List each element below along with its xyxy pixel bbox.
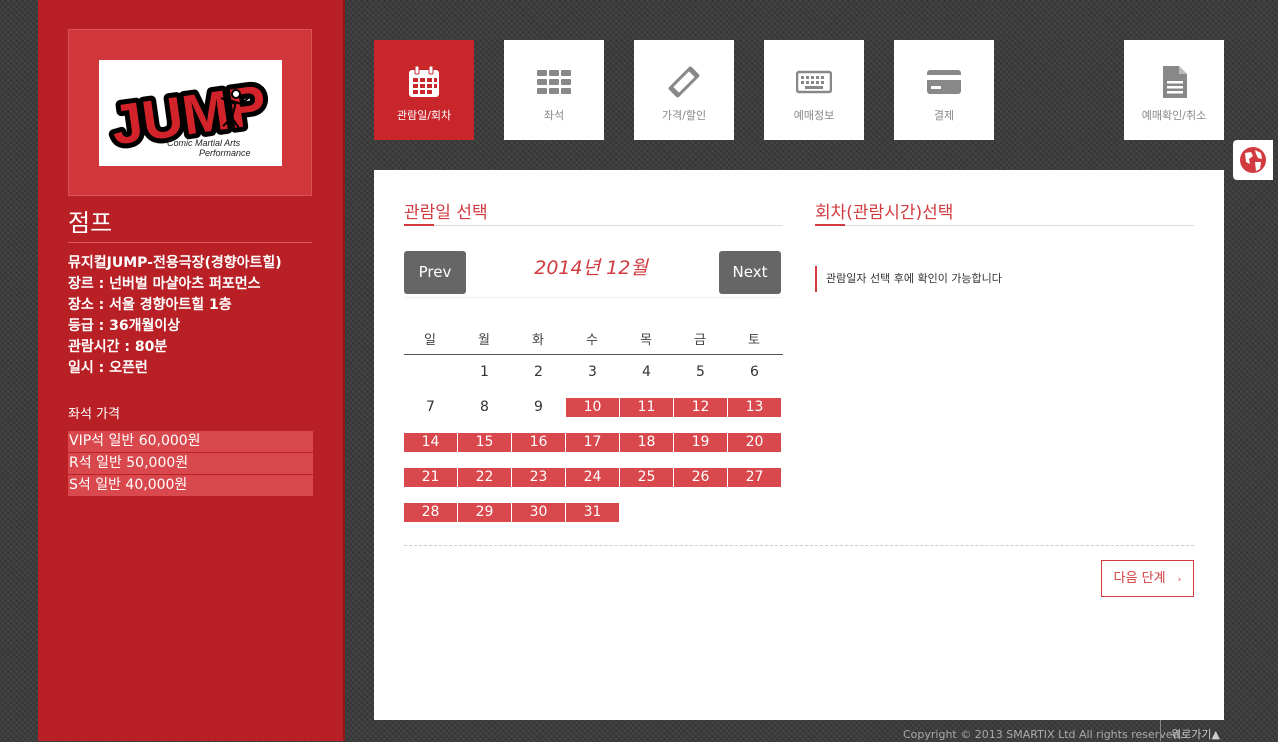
calendar-day-available[interactable]: 15 [458, 433, 511, 452]
scroll-top-label: 위로가기 [1171, 728, 1212, 741]
calendar-day-available[interactable]: 21 [404, 468, 457, 487]
weekday-header: 금 [694, 333, 706, 348]
tab-payment-label: 결제 [933, 109, 955, 122]
scroll-top-link[interactable]: 위로가기▲ [1171, 726, 1220, 742]
weekday-underline [404, 354, 783, 355]
calendar-day-available[interactable]: 12 [674, 398, 727, 417]
calendar-icon [409, 65, 439, 97]
keyboard-icon [796, 70, 832, 94]
next-step-button[interactable]: 다음 단계 › [1101, 560, 1194, 597]
tab-payment[interactable]: 결제 [894, 40, 994, 140]
weekday-header: 수 [586, 333, 598, 348]
calendar-divider [404, 297, 783, 298]
date-section-accent [404, 224, 434, 226]
info-venue: 뮤지컬JUMP-전용극장(경향아트힐) [68, 255, 282, 271]
event-sidebar: JUMP JUMP Comic Martial Arts Performance… [38, 0, 343, 741]
tab-seat[interactable]: 좌석 [504, 40, 604, 140]
document-icon [1163, 66, 1187, 98]
event-info: 뮤지컬JUMP-전용극장(경향아트힐) 장르 : 넌버벌 마샬아츠 퍼포먼스 장… [68, 253, 282, 379]
price-s: S석 일반 40,000원 [68, 475, 313, 496]
prev-month-button[interactable]: Prev [404, 251, 466, 294]
calendar-day: 1 [480, 364, 489, 380]
weekday-header: 화 [532, 333, 544, 348]
dashed-divider [404, 545, 1194, 546]
calendar-day-available[interactable]: 13 [728, 398, 781, 417]
tab-date-label: 관람일/회차 [396, 109, 452, 122]
tab-price[interactable]: 가격/할인 [634, 40, 734, 140]
next-month-button[interactable]: Next [719, 251, 781, 294]
calendar-day-available[interactable]: 30 [512, 503, 565, 522]
calendar-day-available[interactable]: 14 [404, 433, 457, 452]
calendar-day-available[interactable]: 26 [674, 468, 727, 487]
next-step-label: 다음 단계 [1113, 571, 1166, 586]
calendar-day-available[interactable]: 11 [620, 398, 673, 417]
calendar-day: 9 [534, 399, 543, 415]
date-section-underline [404, 225, 783, 226]
tab-seat-label: 좌석 [543, 109, 565, 122]
globe-icon [1240, 147, 1266, 173]
jump-logo: JUMP JUMP Comic Martial Arts Performance [99, 60, 282, 166]
credit-card-icon [927, 70, 961, 94]
logo-subtitle-2: Performance [199, 148, 251, 158]
arrow-up-icon: ▲ [1211, 728, 1220, 741]
price-r: R석 일반 50,000원 [68, 453, 313, 474]
weekday-header: 일 [424, 333, 436, 348]
logo-subtitle-1: Comic Martial Arts [167, 138, 241, 148]
date-section-title: 관람일 선택 [404, 203, 488, 223]
tab-booking-info-label: 예매정보 [793, 109, 835, 122]
info-place: 장소 : 서울 경향아트힐 1층 [68, 297, 232, 313]
calendar-day: 8 [480, 399, 489, 415]
calendar-day: 3 [588, 364, 597, 380]
event-title: 점프 [68, 203, 312, 243]
info-schedule: 일시 : 오픈런 [68, 360, 148, 376]
copyright: Copyright © 2013 SMARTIX Ltd All rights … [903, 728, 1184, 741]
calendar-day-available[interactable]: 23 [512, 468, 565, 487]
info-genre: 장르 : 넌버벌 마샬아츠 퍼포먼스 [68, 276, 261, 292]
tab-price-label: 가격/할인 [661, 109, 707, 122]
tab-confirm-cancel-label: 예매확인/취소 [1141, 109, 1207, 122]
seat-grid-icon [537, 70, 571, 94]
calendar-day: 2 [534, 364, 543, 380]
info-rating: 등급 : 36개월이상 [68, 318, 181, 334]
price-list: VIP석 일반 60,000원 R석 일반 50,000원 S석 일반 40,0… [68, 431, 313, 497]
time-section-title: 회차(관람시간)선택 [815, 203, 954, 223]
calendar-day: 4 [642, 364, 651, 380]
price-title: 좌석 가격 [68, 407, 120, 422]
time-section-accent [815, 224, 845, 226]
language-button[interactable] [1233, 140, 1273, 180]
calendar-day-available[interactable]: 16 [512, 433, 565, 452]
weekday-header: 월 [478, 333, 490, 348]
footer-separator [1160, 720, 1161, 741]
calendar-day-available[interactable]: 24 [566, 468, 619, 487]
calendar-day-available[interactable]: 28 [404, 503, 457, 522]
calendar-day-available[interactable]: 29 [458, 503, 511, 522]
calendar-day: 6 [750, 364, 759, 380]
calendar-day-available[interactable]: 19 [674, 433, 727, 452]
time-section-underline [815, 225, 1194, 226]
calendar-day-available[interactable]: 17 [566, 433, 619, 452]
info-duration: 관람시간 : 80분 [68, 339, 168, 355]
calendar-day: 7 [426, 399, 435, 415]
ticket-icon [668, 66, 700, 98]
calendar-day-available[interactable]: 10 [566, 398, 619, 417]
calendar-day: 5 [696, 364, 705, 380]
sidebar-edge [343, 0, 345, 741]
weekday-header: 목 [640, 333, 652, 348]
chevron-right-icon: › [1177, 575, 1182, 585]
calendar-day-available[interactable]: 31 [566, 503, 619, 522]
logo-frame: JUMP JUMP Comic Martial Arts Performance [68, 29, 312, 196]
time-notice: 관람일자 선택 후에 확인이 가능합니다 [815, 266, 1002, 292]
booking-panel: 관람일 선택 Prev 2014년 12월 Next 회차(관람시간)선택 관람… [374, 170, 1224, 720]
calendar-day-available[interactable]: 22 [458, 468, 511, 487]
calendar-day-available[interactable]: 27 [728, 468, 781, 487]
price-vip: VIP석 일반 60,000원 [68, 431, 313, 452]
tab-booking-info[interactable]: 예매정보 [764, 40, 864, 140]
tab-confirm-cancel[interactable]: 예매확인/취소 [1124, 40, 1224, 140]
calendar-day-available[interactable]: 20 [728, 433, 781, 452]
weekday-header: 토 [748, 333, 760, 348]
calendar-day-available[interactable]: 18 [620, 433, 673, 452]
calendar-day-available[interactable]: 25 [620, 468, 673, 487]
tab-date[interactable]: 관람일/회차 [374, 40, 474, 140]
month-label: 2014년 12월 [534, 257, 648, 279]
